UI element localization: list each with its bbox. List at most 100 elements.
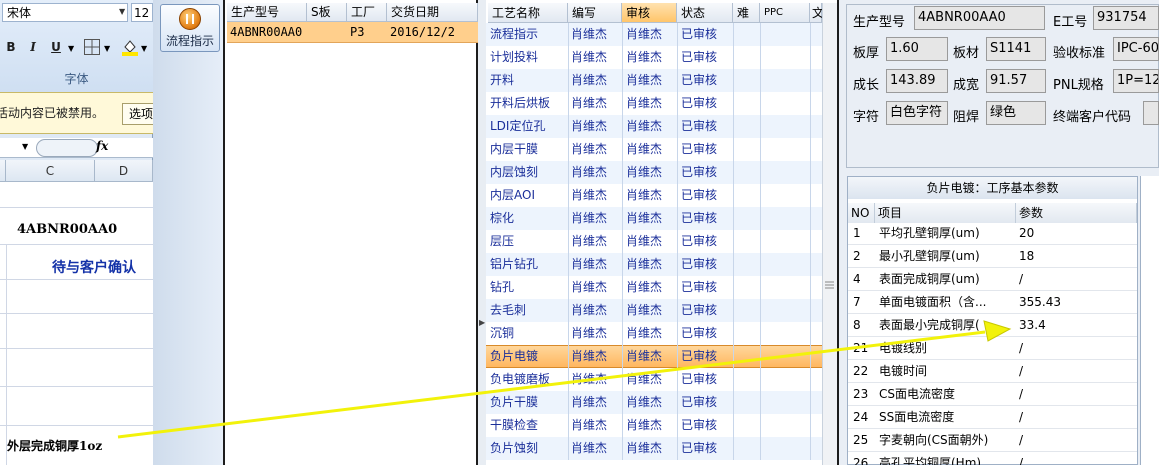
- chevron-right-icon[interactable]: ▶: [479, 318, 485, 327]
- process-author: 肖维杰: [571, 326, 608, 340]
- col-part-number[interactable]: 生产型号: [227, 3, 307, 22]
- panel-splitter[interactable]: [478, 0, 486, 465]
- param-value: /: [1019, 272, 1024, 286]
- chevron-down-icon[interactable]: ▼: [68, 44, 74, 53]
- cell-separator: [733, 253, 734, 276]
- fill-color-icon[interactable]: [121, 38, 139, 56]
- name-box-slider[interactable]: [36, 139, 98, 157]
- cell-separator: [568, 161, 569, 184]
- process-name: 铝片钻孔: [490, 257, 539, 271]
- cell-separator: [677, 368, 678, 391]
- cell-separator: [760, 437, 761, 460]
- vertical-scrollbar[interactable]: [822, 3, 837, 465]
- length-field[interactable]: 143.89: [886, 69, 948, 93]
- cell-separator: [760, 69, 761, 92]
- thickness-field[interactable]: 1.60: [886, 37, 948, 61]
- process-author: 肖维杰: [571, 27, 608, 41]
- material-field[interactable]: S1141: [986, 37, 1046, 61]
- acceptance-field[interactable]: IPC-60: [1113, 37, 1159, 61]
- column-header-c[interactable]: C: [6, 160, 95, 182]
- process-author: 肖维杰: [571, 96, 608, 110]
- col-s-board[interactable]: S板: [307, 3, 347, 22]
- cell-separator: [810, 345, 811, 368]
- col-reviewer[interactable]: 审核: [622, 3, 677, 23]
- process-name: 内层AOI: [490, 188, 535, 202]
- col-param[interactable]: 参数: [1016, 203, 1137, 223]
- pnl-field[interactable]: 1P=12: [1113, 69, 1159, 93]
- customer-code-label: 终端客户代码: [1053, 110, 1132, 125]
- cell-outer-copper[interactable]: 外层完成铜厚1oz: [7, 437, 102, 454]
- chevron-down-icon[interactable]: ▼: [104, 44, 110, 53]
- process-status: 已审核: [681, 165, 718, 179]
- param-item: 电镀线别: [879, 341, 928, 355]
- process-status: 已审核: [681, 395, 718, 409]
- cell-separator: [810, 276, 811, 299]
- col-author[interactable]: 编写: [568, 3, 622, 23]
- cell-separator: [677, 322, 678, 345]
- cell-separator: [622, 345, 623, 368]
- bold-button[interactable]: B: [3, 37, 19, 57]
- col-difficulty[interactable]: 难: [733, 3, 760, 23]
- cell-separator: [733, 23, 734, 46]
- cell-separator: [622, 368, 623, 391]
- cell-part-code[interactable]: 4ABNR00AA0: [17, 222, 117, 237]
- col-process-name[interactable]: 工艺名称: [488, 3, 568, 23]
- cell-separator: [677, 69, 678, 92]
- process-status: 已审核: [681, 188, 718, 202]
- param-item: 电镀时间: [879, 364, 928, 378]
- cell-separator: [677, 230, 678, 253]
- cell-pending-confirm[interactable]: 待与客户确认: [52, 257, 136, 277]
- cell-separator: [760, 391, 761, 414]
- param-value: /: [1019, 341, 1024, 355]
- process-name: 负电镀磨板: [490, 372, 551, 386]
- row-gridline: [0, 348, 153, 349]
- italic-button[interactable]: I: [25, 37, 41, 57]
- cell-separator: [733, 391, 734, 414]
- cell-separator: [760, 138, 761, 161]
- part-field[interactable]: 4ABNR00AA0: [914, 6, 1045, 30]
- col-delivery-date[interactable]: 交货日期: [387, 3, 478, 22]
- process-name: 负片蚀刻: [490, 441, 539, 455]
- process-status: 已审核: [681, 96, 718, 110]
- length-label: 成长: [853, 78, 880, 93]
- col-item[interactable]: 项目: [875, 203, 1016, 223]
- col-ppc[interactable]: PPC: [760, 3, 810, 23]
- cell-separator: [622, 276, 623, 299]
- process-author: 肖维杰: [571, 349, 608, 363]
- process-status: 已审核: [681, 257, 718, 271]
- underline-button[interactable]: U: [48, 37, 64, 57]
- col-factory[interactable]: 工厂: [347, 3, 387, 22]
- col-status[interactable]: 状态: [677, 3, 733, 23]
- cell-separator: [760, 276, 761, 299]
- borders-icon[interactable]: [84, 39, 100, 55]
- column-header-d[interactable]: D: [95, 160, 153, 182]
- soldermask-field[interactable]: 绿色: [986, 101, 1046, 125]
- width-field[interactable]: 91.57: [986, 69, 1046, 93]
- process-author: 肖维杰: [571, 142, 608, 156]
- process-author: 肖维杰: [571, 188, 608, 202]
- row-gridline: [0, 425, 153, 426]
- cell-separator: [677, 414, 678, 437]
- cell-separator: [622, 207, 623, 230]
- chevron-down-icon[interactable]: ▼: [141, 44, 147, 53]
- cell-separator: [622, 115, 623, 138]
- font-name-box[interactable]: 宋体: [2, 3, 128, 22]
- process-status: 已审核: [681, 50, 718, 64]
- col-doc[interactable]: 文: [810, 3, 824, 23]
- process-author: 肖维杰: [571, 211, 608, 225]
- cell-separator: [810, 23, 811, 46]
- thickness-label: 板厚: [853, 46, 880, 61]
- silkscreen-field[interactable]: 白色字符: [886, 101, 948, 125]
- scrollbar-grip-icon[interactable]: [824, 277, 835, 293]
- cell-separator: [760, 414, 761, 437]
- eid-field[interactable]: 931754: [1093, 6, 1159, 30]
- customer-code-field[interactable]: [1143, 101, 1159, 125]
- process-name: 沉铜: [490, 326, 515, 340]
- process-name: 层压: [490, 234, 515, 248]
- chevron-down-icon[interactable]: ▼: [22, 142, 28, 151]
- chevron-down-icon[interactable]: ▼: [119, 7, 125, 16]
- function-icon[interactable]: fx: [96, 139, 108, 153]
- col-no[interactable]: NO: [848, 203, 875, 223]
- cell-separator: [810, 138, 811, 161]
- font-size-box[interactable]: 12: [131, 3, 153, 22]
